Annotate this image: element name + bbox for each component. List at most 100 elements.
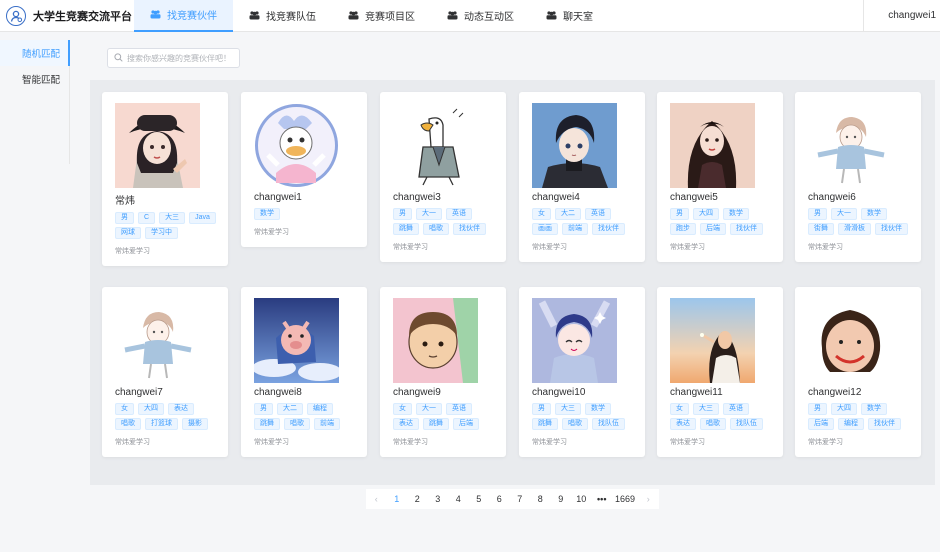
- tag: 男: [808, 403, 827, 415]
- tag: 大一: [416, 403, 442, 415]
- partner-card[interactable]: changwei3 男大一 英语 跳舞 唱歌 找伙伴 常炜爱学习: [380, 92, 506, 262]
- tag: 男: [254, 403, 273, 415]
- tag: 数学: [585, 403, 611, 415]
- nav-label: 聊天室: [563, 12, 593, 23]
- sidebar-item-random-match[interactable]: 随机匹配: [0, 40, 70, 66]
- partner-card[interactable]: changwei8 男大二 编程 跳舞 唱歌 前端 常炜爱学习: [241, 287, 367, 457]
- tag: 唱歌: [562, 418, 588, 430]
- sidebar: 随机匹配 智能匹配: [0, 40, 70, 164]
- sidebar-item-smart-match[interactable]: 智能匹配: [0, 66, 69, 92]
- avatar[interactable]: [670, 103, 755, 188]
- page-button[interactable]: 2: [407, 489, 428, 509]
- page-button[interactable]: 4: [448, 489, 469, 509]
- avatar[interactable]: [254, 298, 339, 383]
- more-pages-icon[interactable]: •••: [592, 489, 613, 509]
- tag-list: 男大四 数学 后端 编程 找伙伴: [808, 403, 912, 430]
- partner-card[interactable]: changwei11 女大三 英语 表达 唱歌 找队伍 常炜爱学习: [657, 287, 783, 457]
- nav-activity[interactable]: 动态互动区: [431, 0, 530, 32]
- nav-label: 找竞赛伙伴: [167, 11, 217, 22]
- tag-list: 男大二 编程 跳舞 唱歌 前端: [254, 403, 358, 430]
- user-name[interactable]: changwei4: [532, 192, 633, 203]
- partner-card[interactable]: changwei4 女大二 英语 画画 前端 找伙伴常炜爱学习: [519, 92, 645, 262]
- tag: 网球: [115, 227, 141, 239]
- tag: 男: [115, 212, 134, 224]
- tag: 大四: [693, 208, 719, 220]
- avatar[interactable]: [532, 103, 617, 188]
- user-motto: 常炜爱学习: [532, 244, 567, 251]
- user-motto: 常炜爱学习: [393, 439, 428, 446]
- user-name[interactable]: changwei9: [393, 387, 494, 398]
- avatar[interactable]: [393, 298, 478, 383]
- next-page-icon[interactable]: ›: [638, 489, 659, 509]
- page-button[interactable]: 9: [551, 489, 572, 509]
- brand[interactable]: 大学生竞赛交流平台: [0, 0, 134, 32]
- nav-label: 找竞赛队伍: [266, 12, 316, 23]
- tag: 后端: [453, 418, 479, 430]
- user-name[interactable]: changwei7: [115, 387, 216, 398]
- nav-chatroom[interactable]: 聊天室: [530, 0, 609, 32]
- avatar[interactable]: [115, 103, 200, 188]
- username: changwei1: [888, 10, 936, 21]
- avatar[interactable]: [808, 103, 893, 188]
- avatar[interactable]: [670, 298, 755, 383]
- tag: 大一: [416, 208, 442, 220]
- nav-label: 动态互动区: [464, 12, 514, 23]
- page-button[interactable]: 6: [489, 489, 510, 509]
- partner-card[interactable]: changwei12 男大四 数学 后端 编程 找伙伴 常炜爱学习: [795, 287, 921, 457]
- user-name[interactable]: changwei8: [254, 387, 355, 398]
- page-button[interactable]: 5: [469, 489, 490, 509]
- user-motto: 常炜爱学习: [393, 244, 428, 251]
- user-menu[interactable]: changwei1: [863, 0, 940, 32]
- user-name[interactable]: changwei6: [808, 192, 909, 203]
- partner-card[interactable]: changwei9 女大一 英语 表达 跳舞 后端 常炜爱学习: [380, 287, 506, 457]
- user-name[interactable]: changwei5: [670, 192, 771, 203]
- user-name[interactable]: changwei3: [393, 192, 494, 203]
- page-button[interactable]: 8: [530, 489, 551, 509]
- partner-card[interactable]: changwei1 数学 常炜爱学习: [241, 92, 367, 247]
- user-name[interactable]: changwei10: [532, 387, 633, 398]
- tag: 数学: [254, 208, 280, 220]
- nav-find-partner[interactable]: 找竞赛伙伴: [134, 0, 233, 32]
- partner-card[interactable]: 常炜男 C 大三 Java 网球 学习中 常炜爱学习: [102, 92, 228, 266]
- tag: 跑步: [670, 223, 696, 235]
- tag: 男: [393, 208, 412, 220]
- page-button-last[interactable]: 1669: [612, 489, 638, 509]
- tag-list: 男大四 数学 跑步 后端 找伙伴: [670, 208, 774, 235]
- page-button[interactable]: 1: [387, 489, 408, 509]
- user-name[interactable]: 常炜: [115, 192, 216, 207]
- nav-competition-projects[interactable]: 竞赛项目区: [332, 0, 431, 32]
- main-nav: 找竞赛伙伴 找竞赛队伍 竞赛项目区 动态互动区 聊天室: [134, 0, 609, 32]
- nav-label: 竞赛项目区: [365, 12, 415, 23]
- partner-card[interactable]: changwei7 女大四 表达 唱歌 打篮球 摄影 常炜爱学习: [102, 287, 228, 457]
- avatar[interactable]: [115, 298, 200, 383]
- page-button[interactable]: 7: [510, 489, 531, 509]
- tag: 大三: [555, 403, 581, 415]
- tag: 找队伍: [730, 418, 763, 430]
- avatar[interactable]: [393, 103, 478, 188]
- tag: 画画: [532, 223, 558, 235]
- tag: 唱歌: [700, 418, 726, 430]
- tag: 女: [393, 403, 412, 415]
- user-name[interactable]: changwei1: [254, 192, 355, 203]
- user-name[interactable]: changwei11: [670, 387, 771, 398]
- partner-card[interactable]: changwei5 男大四 数学 跑步 后端 找伙伴 常炜爱学习: [657, 92, 783, 262]
- tag: 数学: [861, 403, 887, 415]
- tag: 英语: [446, 403, 472, 415]
- search-input[interactable]: [127, 53, 237, 63]
- page-button[interactable]: 10: [571, 489, 592, 509]
- partner-card[interactable]: changwei6 男大一 数学 街舞 滑滑板 找伙伴 常炜爱学习: [795, 92, 921, 262]
- tag: 街舞: [808, 223, 834, 235]
- avatar[interactable]: [808, 298, 893, 383]
- prev-page-icon[interactable]: ‹: [366, 489, 387, 509]
- avatar[interactable]: [254, 103, 339, 188]
- nav-find-team[interactable]: 找竞赛队伍: [233, 0, 332, 32]
- tag-list: 男大三 数学 跳舞 唱歌 找队伍: [532, 403, 636, 430]
- tag-list: 女大二 英语 画画 前端 找伙伴: [532, 208, 636, 235]
- page-button[interactable]: 3: [428, 489, 449, 509]
- tag: 跳舞: [532, 418, 558, 430]
- user-name[interactable]: changwei12: [808, 387, 909, 398]
- search-box: [107, 48, 240, 68]
- tag: 唱歌: [284, 418, 310, 430]
- avatar[interactable]: [532, 298, 617, 383]
- partner-card[interactable]: changwei10 男大三 数学 跳舞 唱歌 找队伍 常炜爱学习: [519, 287, 645, 457]
